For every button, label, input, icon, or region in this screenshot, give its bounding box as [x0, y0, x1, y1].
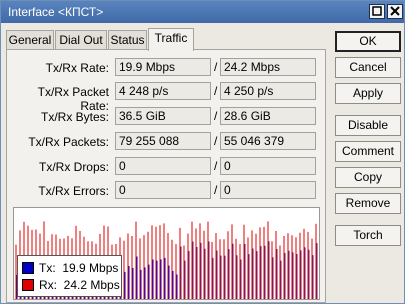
restore-icon: [372, 6, 382, 16]
tx-color-swatch: [22, 262, 34, 274]
tab-traffic[interactable]: Traffic: [148, 28, 194, 51]
tx-packet-rate-field[interactable]: 4 248 p/s: [115, 82, 211, 100]
rx-packets-field[interactable]: 55 046 379: [220, 132, 316, 150]
legend-tx-value: 19.9 Mbps: [62, 261, 119, 275]
comment-button[interactable]: Comment: [335, 141, 401, 162]
copy-button[interactable]: Copy: [335, 167, 401, 188]
separator: /: [214, 109, 218, 123]
tab-dial-out[interactable]: Dial Out: [55, 30, 107, 50]
interface-window: Interface <КПСТ> General Dial Out Status…: [0, 0, 405, 304]
tx-errors-field[interactable]: 0: [115, 181, 211, 199]
cancel-button[interactable]: Cancel: [335, 57, 401, 78]
restore-button[interactable]: [369, 4, 385, 19]
rx-errors-field[interactable]: 0: [220, 181, 316, 199]
separator: /: [214, 60, 218, 74]
traffic-graph: Tx: 19.9 Mbps Rx: 24.2 Mbps: [13, 207, 320, 300]
tx-rx-bytes-label: Tx/Rx Bytes:: [40, 110, 109, 124]
ok-button[interactable]: OK: [335, 31, 401, 52]
legend-rx-text: Rx: 24.2 Mbps: [39, 278, 120, 292]
tx-rx-drops-label: Tx/Rx Drops:: [38, 160, 109, 174]
tab-general[interactable]: General: [6, 30, 54, 50]
remove-button[interactable]: Remove: [335, 193, 401, 214]
tx-rx-packets-label: Tx/Rx Packets:: [28, 135, 109, 149]
legend-tx-text: Tx: 19.9 Mbps: [39, 261, 118, 275]
tx-rx-errors-label: Tx/Rx Errors:: [38, 184, 109, 198]
rx-rate-field[interactable]: 24.2 Mbps: [220, 58, 316, 76]
legend-tx-label: Tx:: [39, 261, 56, 275]
rx-bytes-field[interactable]: 28.6 GiB: [220, 107, 316, 125]
window-title: Interface <КПСТ>: [8, 5, 104, 19]
tx-rx-rate-label: Tx/Rx Rate:: [45, 61, 109, 75]
rx-color-swatch: [22, 279, 34, 291]
close-button[interactable]: [387, 4, 403, 19]
tx-packets-field[interactable]: 79 255 088: [115, 132, 211, 150]
disable-button[interactable]: Disable: [335, 115, 401, 136]
tx-drops-field[interactable]: 0: [115, 157, 211, 175]
rx-packet-rate-field[interactable]: 4 250 p/s: [220, 82, 316, 100]
legend-rx-value: 24.2 Mbps: [63, 278, 120, 292]
title-bar[interactable]: Interface <КПСТ>: [1, 1, 404, 23]
apply-button[interactable]: Apply: [335, 83, 401, 104]
close-icon: [390, 6, 400, 16]
graph-legend: Tx: 19.9 Mbps Rx: 24.2 Mbps: [17, 255, 122, 297]
tx-rate-field[interactable]: 19.9 Mbps: [115, 58, 211, 76]
rx-drops-field[interactable]: 0: [220, 157, 316, 175]
tab-status[interactable]: Status: [108, 30, 147, 50]
separator: /: [214, 84, 218, 98]
legend-rx-label: Rx:: [39, 278, 57, 292]
separator: /: [214, 183, 218, 197]
tx-bytes-field[interactable]: 36.5 GiB: [115, 107, 211, 125]
torch-button[interactable]: Torch: [335, 225, 401, 246]
tx-rx-packet-rate-label: Tx/Rx Packet Rate:: [37, 85, 109, 113]
separator: /: [214, 134, 218, 148]
separator: /: [214, 159, 218, 173]
